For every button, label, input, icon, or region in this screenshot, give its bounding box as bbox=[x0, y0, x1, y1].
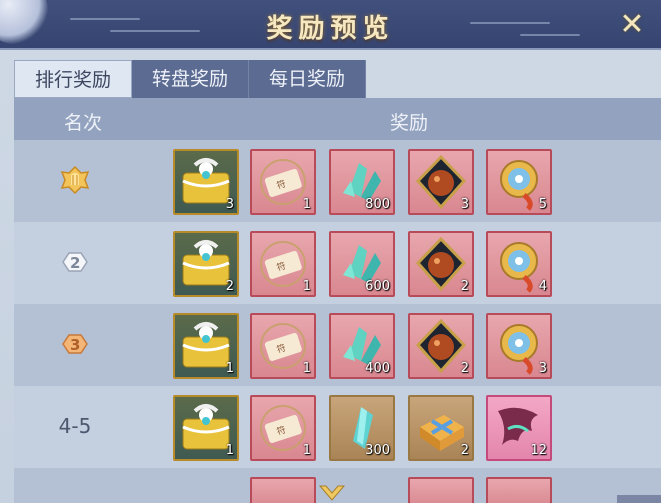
scroll-token-item[interactable] bbox=[250, 477, 316, 503]
scroll-token-item[interactable]: 符 1 bbox=[250, 231, 316, 297]
chevron-down-icon[interactable] bbox=[318, 484, 346, 503]
gift-box-item[interactable]: 2 bbox=[173, 231, 239, 297]
compass-pendant-item[interactable]: 4 bbox=[486, 231, 552, 297]
item-quantity: 1 bbox=[302, 361, 311, 376]
table-row: 3 符 1 800 3 5 bbox=[14, 140, 661, 222]
rank-1-badge-icon bbox=[60, 165, 90, 195]
corner-decoration bbox=[617, 495, 661, 503]
item-quantity: 3 bbox=[460, 197, 469, 212]
table-row: 3 1 符 1 400 2 3 bbox=[14, 304, 661, 386]
table-header: 名次 奖励 bbox=[14, 98, 661, 140]
item-quantity: 300 bbox=[365, 443, 390, 458]
item-quantity: 5 bbox=[538, 197, 547, 212]
reward-item[interactable] bbox=[486, 477, 552, 503]
mask-item[interactable]: 12 bbox=[486, 395, 552, 461]
item-quantity: 2 bbox=[225, 279, 234, 294]
rank-cell: 4-5 bbox=[50, 406, 100, 446]
item-quantity: 2 bbox=[460, 443, 469, 458]
svg-text:3: 3 bbox=[70, 336, 80, 354]
scroll-token-item[interactable]: 符 1 bbox=[250, 313, 316, 379]
amulet-item[interactable]: 3 bbox=[408, 149, 474, 215]
gift-box-item[interactable]: 1 bbox=[173, 313, 239, 379]
tab-ranking-rewards[interactable]: 排行奖励 bbox=[14, 60, 132, 98]
reward-column-header: 奖励 bbox=[390, 112, 429, 134]
rank-2-badge-icon: 2 bbox=[62, 252, 88, 272]
crystal-item[interactable]: 400 bbox=[329, 313, 395, 379]
rank-3-badge-icon: 3 bbox=[62, 334, 88, 354]
table-row: 4-5 1 符 1 300 2 12 bbox=[14, 386, 661, 468]
crystal-item[interactable]: 600 bbox=[329, 231, 395, 297]
scroll-token-item[interactable]: 符 1 bbox=[250, 395, 316, 461]
rank-cell: 3 bbox=[50, 324, 100, 364]
item-quantity: 600 bbox=[365, 279, 390, 294]
reward-item[interactable] bbox=[408, 477, 474, 503]
item-quantity: 400 bbox=[365, 361, 390, 376]
compass-pendant-item[interactable]: 3 bbox=[486, 313, 552, 379]
crystal-item[interactable]: 800 bbox=[329, 149, 395, 215]
item-quantity: 1 bbox=[225, 443, 234, 458]
window-title: 奖励预览 bbox=[266, 14, 395, 44]
tab-wheel-rewards[interactable]: 转盘奖励 bbox=[132, 60, 249, 98]
table-row: 2 2 符 1 600 2 4 bbox=[14, 222, 661, 304]
item-quantity: 800 bbox=[365, 197, 390, 212]
rank-text: 4-5 bbox=[58, 414, 92, 438]
scroll-token-item[interactable]: 符 1 bbox=[250, 149, 316, 215]
item-quantity: 12 bbox=[530, 443, 547, 458]
tab-daily-rewards[interactable]: 每日奖励 bbox=[249, 60, 366, 98]
amulet-item[interactable]: 2 bbox=[408, 313, 474, 379]
item-quantity: 3 bbox=[225, 197, 234, 212]
item-quantity: 1 bbox=[302, 197, 311, 212]
svg-text:2: 2 bbox=[70, 254, 80, 272]
gift-box-item[interactable]: 3 bbox=[173, 149, 239, 215]
close-icon[interactable]: ✕ bbox=[617, 10, 647, 40]
item-quantity: 4 bbox=[538, 279, 547, 294]
compass-pendant-item[interactable]: 5 bbox=[486, 149, 552, 215]
title-bar: 奖励预览 ✕ bbox=[0, 0, 661, 50]
item-quantity: 2 bbox=[460, 279, 469, 294]
item-quantity: 1 bbox=[302, 279, 311, 294]
gift-box-item[interactable]: 1 bbox=[173, 395, 239, 461]
item-quantity: 1 bbox=[302, 443, 311, 458]
amulet-item[interactable]: 2 bbox=[408, 231, 474, 297]
gift-package-item[interactable]: 2 bbox=[408, 395, 474, 461]
rank-cell bbox=[50, 160, 100, 200]
crystal-item[interactable]: 300 bbox=[329, 395, 395, 461]
item-quantity: 1 bbox=[225, 361, 234, 376]
item-quantity: 3 bbox=[538, 361, 547, 376]
item-quantity: 2 bbox=[460, 361, 469, 376]
reward-preview-window: 奖励预览 ✕ 排行奖励 转盘奖励 每日奖励 名次 奖励 3 符 1 800 3 … bbox=[0, 0, 661, 503]
rank-cell: 2 bbox=[50, 242, 100, 282]
tab-bar: 排行奖励 转盘奖励 每日奖励 bbox=[14, 60, 366, 98]
rank-column-header: 名次 bbox=[64, 112, 103, 134]
